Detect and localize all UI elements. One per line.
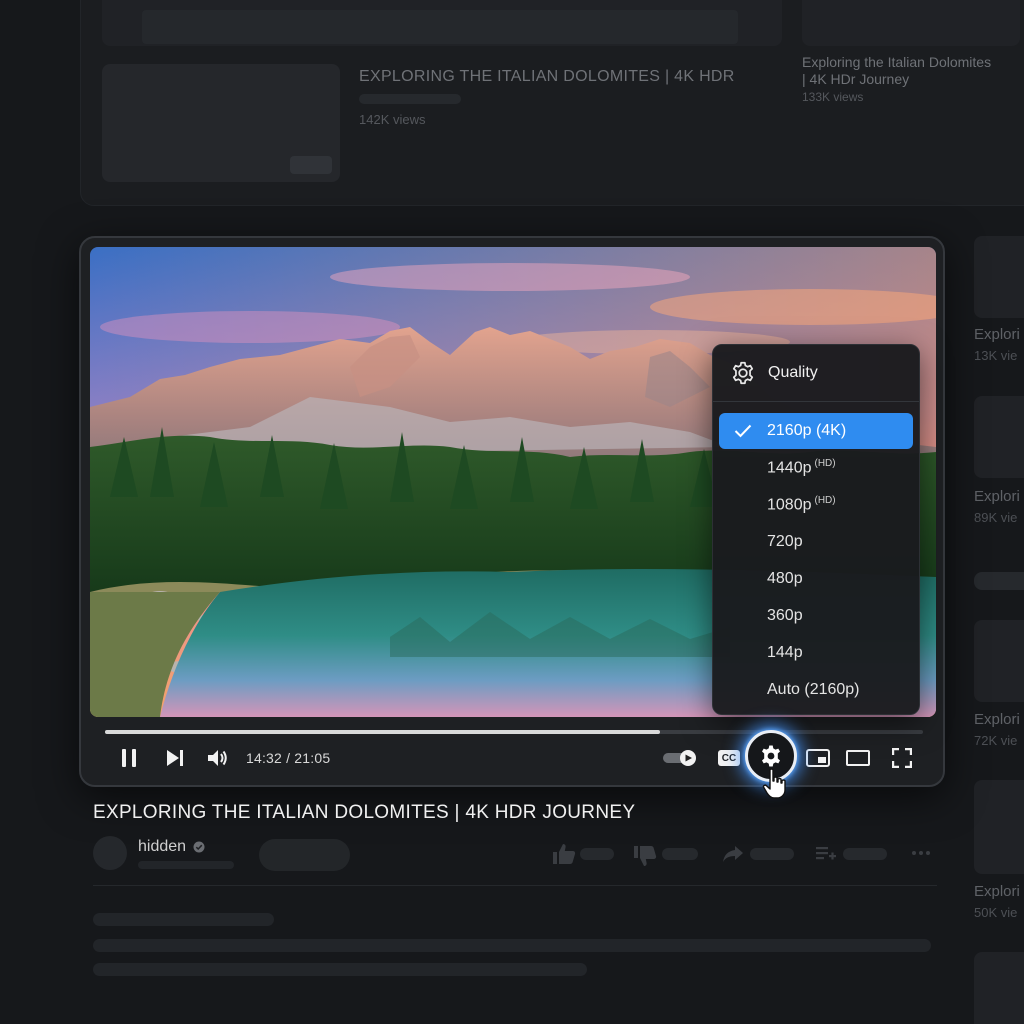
channel-avatar[interactable] <box>93 836 127 870</box>
subscriber-count-placeholder <box>138 861 234 869</box>
quality-option[interactable]: 2160p (4K) <box>719 413 913 449</box>
autoplay-toggle[interactable] <box>661 740 701 776</box>
quality-option[interactable]: 720p <box>719 524 913 560</box>
check-icon <box>734 424 752 438</box>
fullscreen-icon <box>892 748 912 768</box>
sidebar-video-title[interactable]: Explori <box>974 883 1020 900</box>
quality-option[interactable]: 1080p (HD) <box>719 487 913 523</box>
sidebar-video-title[interactable]: Explori <box>974 711 1020 728</box>
next-button[interactable] <box>161 740 189 776</box>
quality-menu-title: Quality <box>768 364 818 381</box>
like-icon[interactable] <box>552 843 576 865</box>
quality-option-label: 720p <box>767 533 803 550</box>
more-icon[interactable] <box>911 850 931 856</box>
sidebar-thumbnail[interactable] <box>974 620 1024 702</box>
share-label-placeholder <box>750 848 794 860</box>
fullscreen-button[interactable] <box>887 740 917 776</box>
verified-icon <box>193 841 205 853</box>
description-placeholder <box>93 963 587 976</box>
video-title: EXPLORING THE ITALIAN DOLOMITES | 4K HDR… <box>93 802 636 823</box>
quality-menu[interactable]: Quality 2160p (4K) 1440p (HD) 1080p (HD) 720p… <box>712 344 920 715</box>
quality-option-label: 144p <box>767 644 803 661</box>
sidebar-thumbnail[interactable] <box>974 396 1024 478</box>
miniplayer-icon <box>806 749 830 767</box>
volume-icon <box>208 750 227 766</box>
captions-button[interactable]: CC <box>714 740 744 776</box>
sidebar-thumbnail[interactable] <box>974 780 1024 874</box>
share-icon[interactable] <box>722 845 744 863</box>
pause-button[interactable] <box>115 740 143 776</box>
quality-option-label: 1440p (HD) <box>767 458 836 477</box>
miniplayer-button[interactable] <box>803 740 833 776</box>
quality-option[interactable]: 144p <box>719 635 913 671</box>
feed-video-views: 142K views <box>359 112 426 127</box>
gear-icon <box>732 361 754 385</box>
volume-button[interactable] <box>203 740 233 776</box>
quality-option[interactable]: 360p <box>719 598 913 634</box>
theater-mode-button[interactable] <box>843 740 873 776</box>
thumbnail-placeholder[interactable] <box>102 64 340 182</box>
duration-badge <box>290 156 332 174</box>
channel-placeholder <box>359 94 461 104</box>
thumbnail-placeholder[interactable] <box>802 0 1020 46</box>
quality-option-label: 480p <box>767 570 803 587</box>
description-placeholder <box>93 913 274 926</box>
quality-badge: (HD) <box>814 458 836 470</box>
quality-option-label: 1080p (HD) <box>767 495 836 514</box>
autoplay-toggle-icon <box>663 750 696 766</box>
feed-video-title[interactable]: EXPLORING THE ITALIAN DOLOMITES | 4K HDR <box>359 68 735 86</box>
sidebar-video-views: 72K vie <box>974 733 1018 748</box>
cc-icon: CC <box>718 750 740 766</box>
sidebar-thumbnail[interactable] <box>974 952 1024 1024</box>
next-icon <box>167 750 183 766</box>
quality-menu-header: Quality <box>713 345 919 402</box>
feed-video-title[interactable]: Exploring the Italian Dolomites <box>802 54 991 70</box>
sidebar-video-title[interactable]: Explori <box>974 488 1020 505</box>
sidebar-video-views: 89K vie <box>974 510 1018 525</box>
time-display: 14:32 / 21:05 <box>246 750 331 766</box>
save-icon[interactable] <box>815 845 837 863</box>
feed-video-views: 133K views <box>802 90 864 104</box>
gear-icon <box>762 745 780 767</box>
dislike-count-placeholder <box>662 848 698 860</box>
sidebar-thumbnail[interactable] <box>974 236 1024 318</box>
sidebar-video-views: 50K vie <box>974 905 1018 920</box>
save-label-placeholder <box>843 848 887 860</box>
quality-badge: (HD) <box>814 495 836 507</box>
description-placeholder <box>93 939 931 952</box>
like-count-placeholder <box>580 848 614 860</box>
quality-option[interactable]: 480p <box>719 561 913 597</box>
divider <box>93 885 937 886</box>
pause-icon <box>122 749 136 767</box>
quality-option-label: Auto (2160p) <box>767 681 860 698</box>
progress-fill <box>105 730 660 734</box>
quality-option[interactable]: Auto (2160p) <box>719 672 913 708</box>
sidebar-video-views: 13K vie <box>974 348 1018 363</box>
feed-video-title[interactable]: | 4K HDr Journey <box>802 71 909 87</box>
dislike-icon[interactable] <box>633 845 657 867</box>
quality-option-label: 2160p (4K) <box>767 422 847 439</box>
subscribe-button[interactable] <box>259 839 350 871</box>
theater-icon <box>846 750 870 766</box>
sidebar-video-title[interactable]: Explori <box>974 326 1020 343</box>
progress-bar[interactable] <box>105 730 923 734</box>
title-placeholder <box>142 10 738 44</box>
channel-name[interactable]: hidden <box>138 838 186 856</box>
sidebar-divider-placeholder <box>974 572 1024 590</box>
cursor-hand-icon <box>762 768 786 799</box>
quality-option-label: 360p <box>767 607 803 624</box>
quality-option[interactable]: 1440p (HD) <box>719 450 913 486</box>
